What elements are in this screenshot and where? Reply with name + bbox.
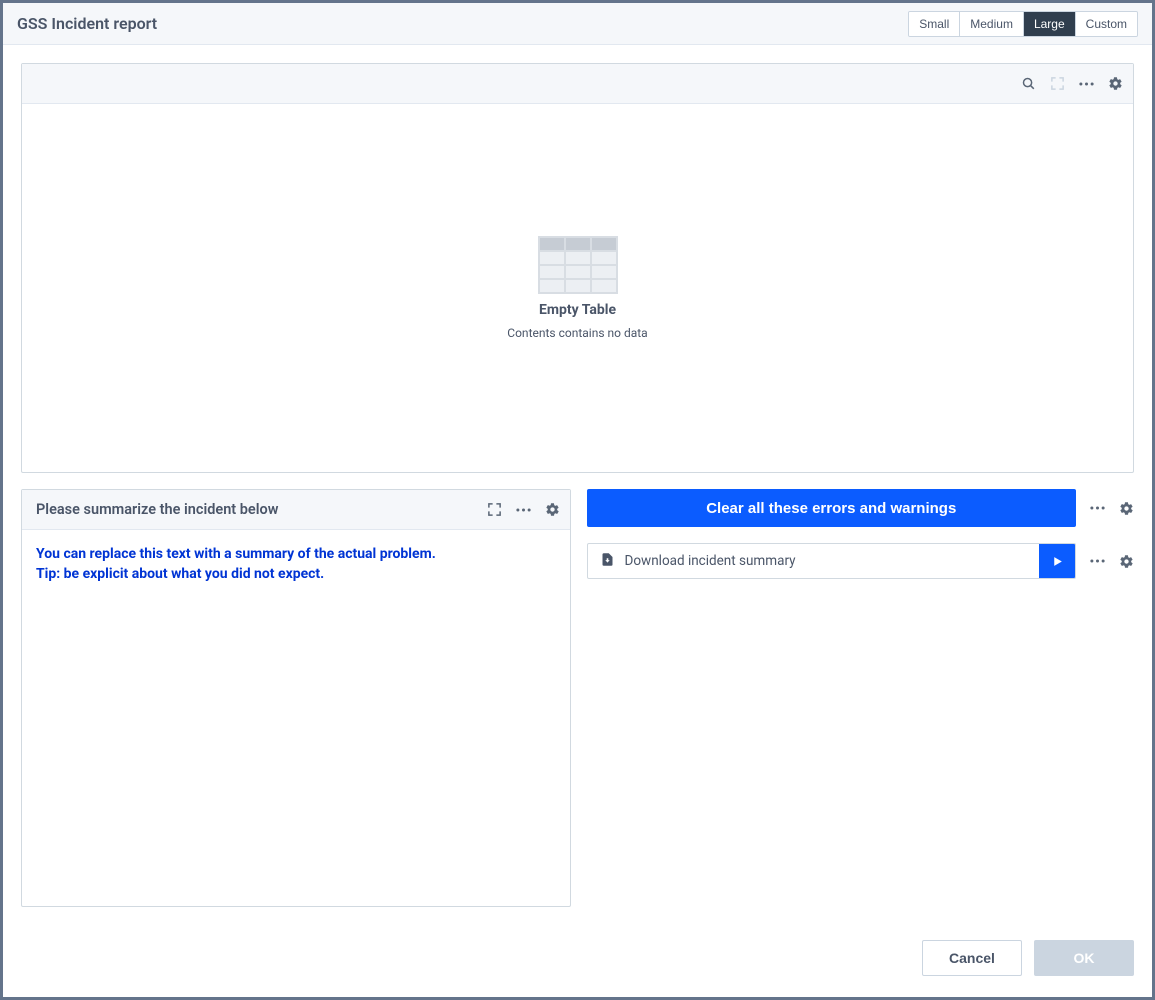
bottom-row: Please summarize the incident below [21,489,1134,907]
right-column: Clear all these errors and warnings [587,489,1135,907]
size-custom-button[interactable]: Custom [1076,12,1137,36]
table-panel-header [22,64,1133,104]
gear-icon[interactable] [1108,76,1123,91]
download-label: Download incident summary [625,553,796,569]
summary-panel-header: Please summarize the incident below [22,490,570,530]
file-download-icon [600,552,615,571]
size-small-button[interactable]: Small [909,12,960,36]
more-icon[interactable] [1079,82,1094,86]
summary-line-1: You can replace this text with a summary… [36,544,556,564]
empty-table-subtitle: Contents contains no data [507,326,647,340]
dialog-title: GSS Incident report [17,14,157,33]
table-icon [538,236,618,294]
empty-table-placeholder: Empty Table Contents contains no data [22,104,1133,472]
gear-icon[interactable] [1119,501,1134,516]
download-action-row: Download incident summary [587,543,1135,579]
dialog-header: GSS Incident report Small Medium Large C… [3,3,1152,45]
size-selector: Small Medium Large Custom [908,11,1138,37]
more-icon[interactable] [1090,559,1105,563]
expand-icon[interactable] [1050,76,1065,91]
dialog-footer: Cancel OK [3,925,1152,997]
more-icon[interactable] [1090,506,1105,510]
summary-line-2: Tip: be explicit about what you did not … [36,564,556,584]
gear-icon[interactable] [1119,554,1134,569]
incident-report-dialog: GSS Incident report Small Medium Large C… [3,3,1152,997]
size-medium-button[interactable]: Medium [960,12,1024,36]
empty-table-title: Empty Table [539,302,616,318]
dialog-body: Empty Table Contents contains no data Pl… [3,45,1152,925]
ok-button[interactable]: OK [1034,940,1134,976]
summary-panel: Please summarize the incident below [21,489,571,907]
run-download-button[interactable] [1039,544,1075,578]
clear-action-row: Clear all these errors and warnings [587,489,1135,527]
clear-errors-button[interactable]: Clear all these errors and warnings [587,489,1077,527]
summary-text-area[interactable]: You can replace this text with a summary… [22,530,570,906]
cancel-button[interactable]: Cancel [922,940,1022,976]
gear-icon[interactable] [545,502,560,517]
table-panel: Empty Table Contents contains no data [21,63,1134,473]
download-box: Download incident summary [587,543,1077,579]
size-large-button[interactable]: Large [1024,12,1076,36]
download-left: Download incident summary [588,552,1040,571]
more-icon[interactable] [516,508,531,512]
summary-panel-title: Please summarize the incident below [32,501,278,518]
expand-icon[interactable] [487,502,502,517]
search-icon[interactable] [1021,76,1036,91]
